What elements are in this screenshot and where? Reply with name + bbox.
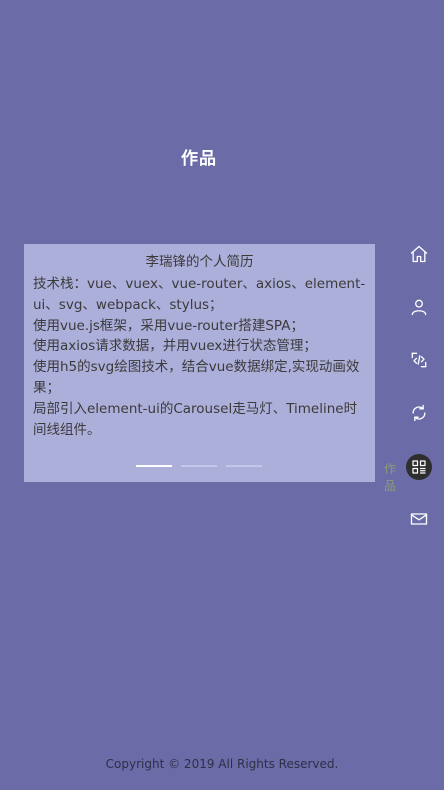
nav-experience[interactable] <box>406 400 432 426</box>
home-icon <box>410 245 428 263</box>
carousel-indicators <box>136 465 262 469</box>
card-line-element-ui: 局部引入element-ui的Carousel走马灯、Timeline时间线组件… <box>33 400 358 438</box>
card-line-axios: 使用axios请求数据，并用vuex进行状态管理； <box>33 338 317 355</box>
carousel-indicator-3[interactable] <box>226 465 262 467</box>
nav-works[interactable] <box>406 454 432 480</box>
resume-card: 李瑞锋的个人简历 技术栈：vue、vuex、vue-router、axios、e… <box>24 244 375 482</box>
nav-skills[interactable] <box>406 347 432 373</box>
card-line-vue: 使用vue.js框架，采用vue-router搭建SPA； <box>33 317 304 334</box>
card-title: 李瑞锋的个人简历 <box>145 254 254 270</box>
refresh-icon <box>412 404 426 422</box>
page-title: 作品 <box>181 149 217 169</box>
mail-icon <box>410 513 428 525</box>
card-line-svg: 使用h5的svg绘图技术，结合vue数据绑定,实现动画效果； <box>33 359 360 396</box>
card-line-tech-stack: 技术栈：vue、vuex、vue-router、axios、element-ui… <box>33 276 366 313</box>
user-icon <box>411 299 427 316</box>
side-nav: 作品 <box>384 0 444 790</box>
carousel-indicator-1[interactable] <box>136 465 172 467</box>
footer-copyright: Copyright © 2019 All Rights Reserved. <box>105 757 339 771</box>
carousel-indicator-2[interactable] <box>181 465 217 467</box>
grid-icon <box>412 460 426 474</box>
nav-active-label: 作品 <box>384 462 397 493</box>
nav-about[interactable] <box>406 294 432 320</box>
nav-contact[interactable] <box>406 506 432 532</box>
card-body: 技术栈：vue、vuex、vue-router、axios、element-ui… <box>33 274 370 440</box>
code-icon <box>411 352 427 368</box>
nav-home[interactable] <box>406 241 432 267</box>
